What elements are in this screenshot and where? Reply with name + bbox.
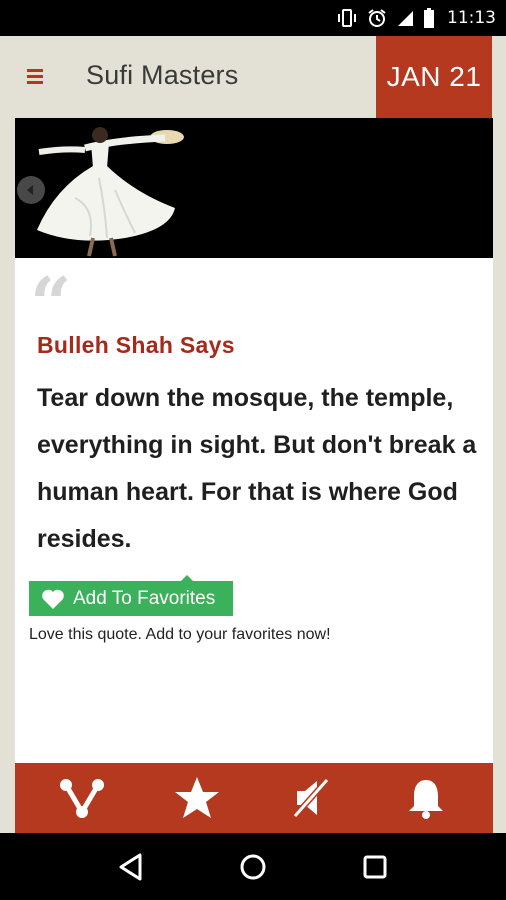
favorite-star-button[interactable] (167, 768, 227, 828)
bottom-action-bar (15, 763, 493, 833)
quote-card: “ Bulleh Shah Says Tear down the mosque,… (15, 118, 493, 763)
system-nav-bar (0, 833, 506, 900)
bell-icon (408, 780, 443, 819)
mute-button[interactable] (281, 768, 341, 828)
favorites-hint: Love this quote. Add to your favorites n… (29, 626, 331, 643)
recents-button[interactable] (345, 837, 405, 897)
status-time: 11:13 (447, 8, 496, 28)
signal-icon (398, 11, 413, 26)
battery-icon (424, 8, 434, 28)
chevron-left-icon (27, 185, 33, 195)
heart-icon (42, 589, 64, 609)
status-bar: 11:13 (0, 0, 506, 36)
mute-icon (293, 778, 330, 818)
share-button[interactable] (52, 768, 112, 828)
share-icon (60, 779, 105, 818)
date-badge: JAN 21 (376, 36, 492, 118)
home-icon (240, 854, 266, 879)
back-button[interactable] (101, 837, 161, 897)
quote-text: Tear down the mosque, the temple, everyt… (37, 384, 477, 553)
quote-author: Bulleh Shah Says (37, 332, 235, 358)
alarm-icon (368, 9, 386, 27)
vibrate-icon (338, 9, 356, 27)
hamburger-menu-icon[interactable] (24, 64, 50, 90)
add-to-favorites-label: Add To Favorites (73, 587, 216, 609)
quote-mark-icon: “ (30, 261, 72, 346)
add-to-favorites-button[interactable]: Add To Favorites (29, 575, 233, 616)
whirling-dervish-illustration (15, 118, 493, 258)
back-icon (119, 853, 142, 880)
hero-prev-button[interactable] (17, 176, 45, 204)
notification-bell-button[interactable] (396, 768, 456, 828)
app-title: Sufi Masters (86, 60, 239, 90)
recents-icon (363, 855, 387, 878)
hero-image (15, 118, 493, 258)
status-icons: 11:13 (336, 0, 496, 36)
star-icon (174, 777, 219, 818)
app-bar: Sufi Masters JAN 21 (0, 36, 506, 118)
home-button[interactable] (223, 837, 283, 897)
